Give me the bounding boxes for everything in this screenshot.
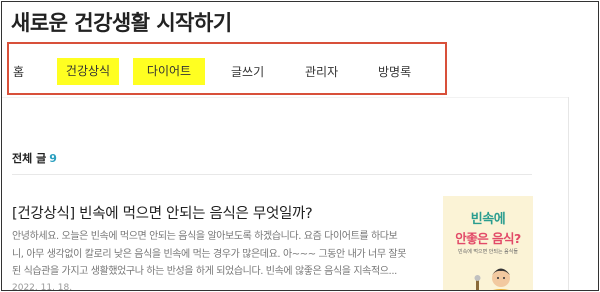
post-excerpt-line: 니, 아무 생각없이 칼로리 낮은 음식을 빈속에 먹는 경우가 많은데요. 아… — [12, 248, 406, 260]
post-excerpt-line: 된 식습관을 가지고 생활했었구나 하는 반성을 하게 되었습니다. 빈속에 않… — [12, 266, 397, 277]
nav-item-home[interactable]: 홈 — [13, 63, 24, 81]
blog-title[interactable]: 새로운 건강생활 시작하기 — [11, 7, 232, 37]
post-excerpt-line: 안녕하세요. 오늘은 빈속에 먹으면 안되는 음식을 알아보도록 하겠습니다. … — [12, 231, 398, 242]
person-illustration-icon — [474, 268, 510, 290]
list-divider — [12, 174, 532, 175]
header-divider — [2, 97, 568, 98]
sidebar-divider — [568, 97, 569, 290]
post-count-label: 전체 글 — [12, 152, 47, 165]
post-title-link[interactable]: [건강상식] 빈속에 먹으면 안되는 음식은 무엇일까? — [12, 202, 313, 223]
nav-item-write[interactable]: 글쓰기 — [231, 63, 264, 81]
nav-item-health-tips[interactable]: 건강상식 — [57, 58, 119, 85]
post-count-heading: 전체 글9 — [12, 150, 57, 166]
post-excerpt[interactable]: 안녕하세요. 오늘은 빈속에 먹으면 안되는 음식을 알아보도록 하겠습니다. … — [12, 228, 422, 281]
post-date: 2022. 11. 18. — [12, 283, 73, 291]
post-count-number: 9 — [49, 152, 57, 165]
post-thumbnail[interactable]: 빈속에 안좋은 음식? 빈속에 먹으면 안되는 음식들 — [443, 196, 533, 290]
browser-frame: 새로운 건강생활 시작하기 홈 건강상식 다이어트 글쓰기 관리자 방명록 전체… — [1, 1, 599, 291]
nav-item-diet[interactable]: 다이어트 — [133, 58, 205, 85]
nav-item-guestbook[interactable]: 방명록 — [378, 63, 411, 81]
nav-item-admin[interactable]: 관리자 — [305, 63, 338, 81]
